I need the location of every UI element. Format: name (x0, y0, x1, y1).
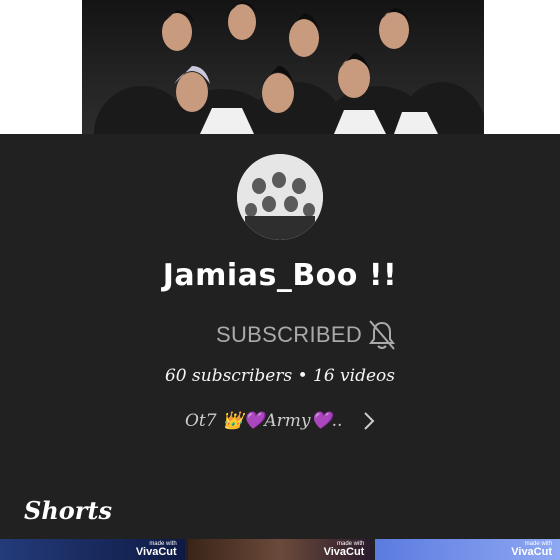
channel-description[interactable]: Ot7 👑💜Army💜.. (185, 406, 376, 436)
subscribed-button[interactable]: SUBSCRIBED (216, 322, 362, 348)
vivacut-watermark: made with VivaCut (511, 541, 553, 558)
channel-banner (82, 0, 484, 134)
shorts-row: made with VivaCut made with VivaCut made… (0, 539, 560, 560)
vivacut-watermark: made with VivaCut (323, 541, 365, 558)
vivacut-watermark: made with VivaCut (135, 541, 177, 558)
short-thumbnail[interactable]: made with VivaCut (375, 539, 560, 560)
short-thumbnail[interactable]: made with VivaCut (0, 539, 185, 560)
description-text: Ot7 👑💜Army💜.. (185, 411, 343, 431)
shorts-heading: Shorts (24, 496, 113, 525)
channel-avatar[interactable] (237, 154, 323, 240)
channel-stats: 60 subscribers • 16 videos (164, 366, 395, 386)
channel-name: Jamias_Boo !! (162, 258, 398, 293)
bell-off-icon[interactable] (367, 318, 397, 352)
short-thumbnail[interactable]: made with VivaCut (187, 539, 373, 560)
chevron-right-icon (364, 412, 375, 430)
